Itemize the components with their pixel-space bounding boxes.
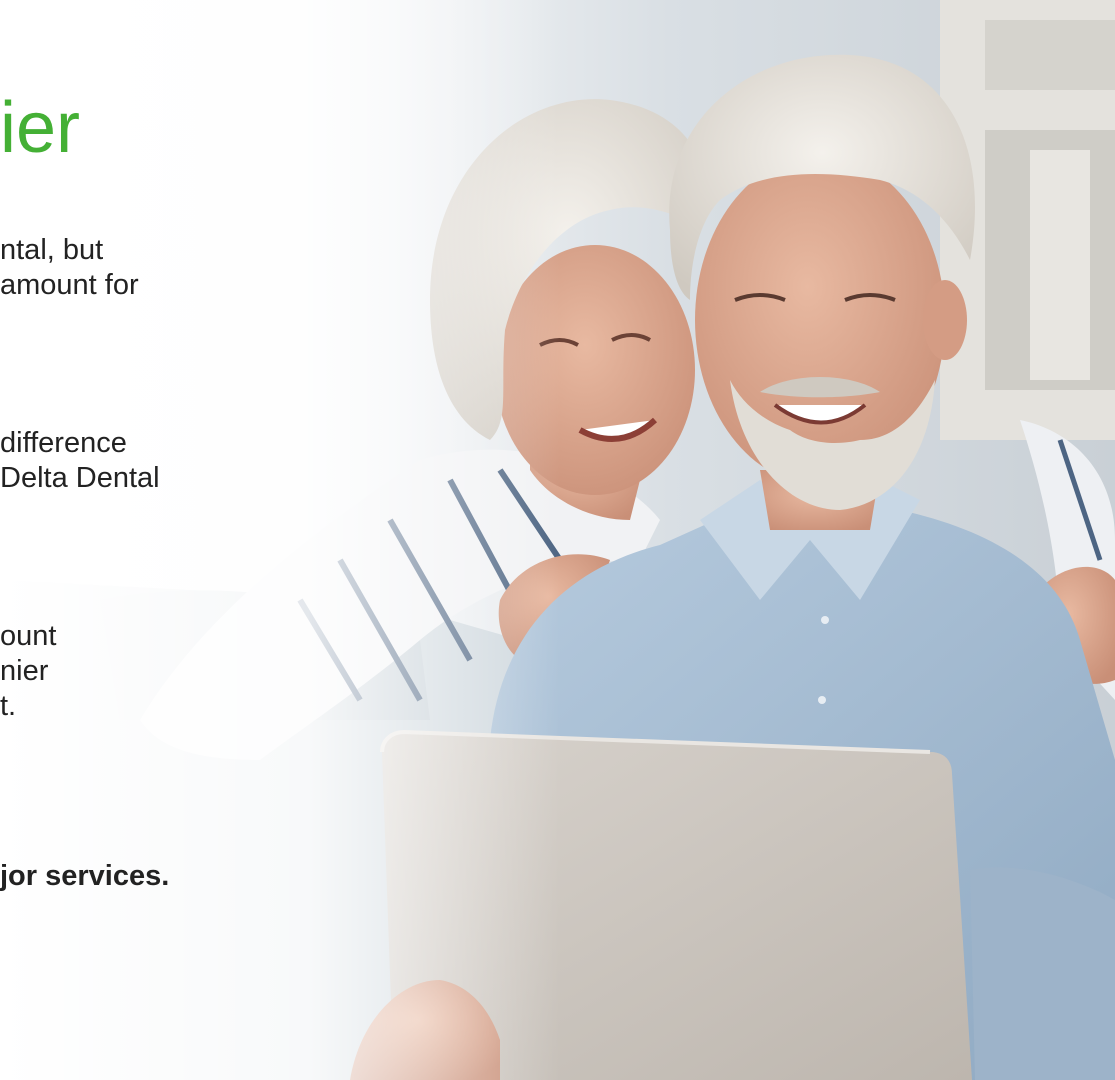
paragraph-1-line-1: ntal, but [0, 234, 104, 266]
paragraph-1: ntal, but amount for [0, 233, 139, 303]
paragraph-1-line-2: amount for [0, 269, 139, 301]
paragraph-3-line-2: nier [0, 655, 49, 687]
paragraph-2-line-2: Delta Dental [0, 462, 160, 494]
paragraph-4-line-1: jor services. [0, 860, 170, 892]
paragraph-2-line-1: difference [0, 427, 127, 459]
paragraph-3: ount nier t. [0, 619, 56, 724]
paragraph-3-line-3: t. [0, 690, 17, 722]
paragraph-2: difference Delta Dental [0, 426, 160, 496]
paragraph-3-line-1: ount [0, 620, 57, 652]
page-heading: ier [0, 88, 81, 168]
paragraph-4-bold: jor services. [0, 859, 169, 894]
arm-right [970, 867, 1115, 1080]
text-panel: ier ntal, but amount for difference Delt… [0, 0, 560, 1080]
